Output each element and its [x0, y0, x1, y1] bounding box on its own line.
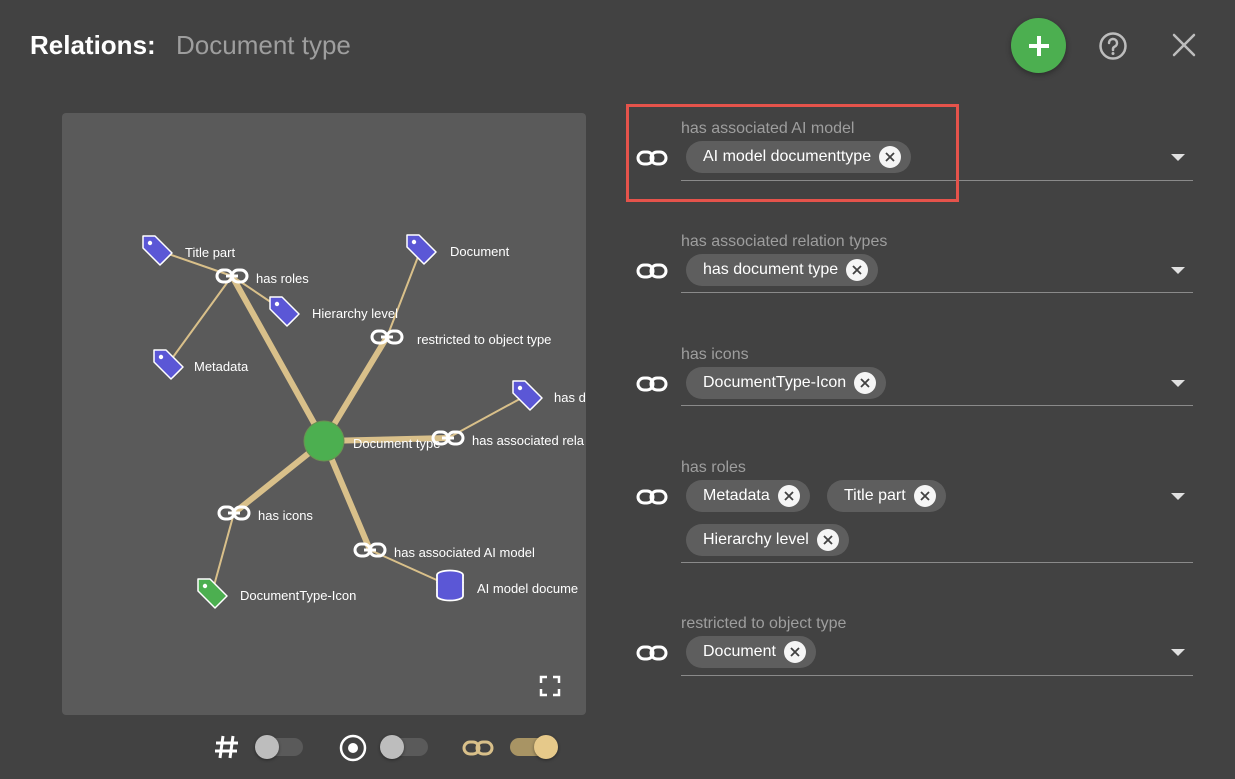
close-button[interactable] [1169, 30, 1199, 60]
relation-select-relation-types[interactable]: has document type [681, 233, 1193, 293]
link-icon [462, 738, 494, 763]
close-icon [823, 535, 833, 545]
graph-label-has-icons: has icons [258, 508, 313, 523]
chip-label: Metadata [703, 487, 770, 504]
graph-label-relation-types: has associated rela [472, 433, 585, 448]
link-icon [636, 376, 668, 392]
chip: DocumentType-Icon [686, 367, 887, 399]
add-relation-button[interactable] [1011, 18, 1066, 73]
tag-icon-documenttype-icon[interactable] [197, 578, 228, 609]
fullscreen-icon [539, 675, 561, 697]
graph-label-document: Document [450, 244, 510, 259]
close-icon [920, 491, 930, 501]
close-icon [852, 265, 862, 275]
graph-canvas[interactable]: Document type has roles restricted to ob… [62, 113, 586, 715]
tag-icon-document[interactable] [406, 234, 437, 265]
chip-remove-button[interactable] [783, 641, 806, 663]
chip: Document [686, 636, 816, 668]
graph-label-restricted: restricted to object type [417, 332, 551, 347]
chip: Hierarchy level [686, 524, 849, 556]
target-icon [338, 733, 368, 768]
relation-row-has-roles: has roles Metadata Title part Hierarchy … [632, 459, 1202, 565]
graph-label-has-roles: has roles [256, 271, 309, 286]
chip: Metadata [686, 480, 810, 512]
chip-label: Title part [844, 487, 906, 504]
chip-remove-button[interactable] [913, 485, 936, 507]
relation-select-restricted[interactable]: Document [681, 615, 1193, 676]
link-icon [636, 263, 668, 279]
plus-icon [1028, 35, 1049, 56]
link-icon [636, 489, 668, 505]
graph-label-hierarchy-level: Hierarchy level [312, 306, 398, 321]
graph-link-restricted[interactable] [370, 329, 404, 345]
graph-edges [156, 248, 528, 594]
highlight-box [626, 104, 959, 202]
toggle-target[interactable] [380, 735, 428, 759]
graph-link-has-icons[interactable] [217, 505, 251, 521]
dropdown-arrow-icon[interactable] [1171, 267, 1185, 274]
tag-icon-metadata[interactable] [153, 349, 184, 380]
chip: Title part [827, 480, 946, 512]
chip-label: Document [703, 643, 776, 660]
chip-remove-button[interactable] [854, 372, 877, 394]
close-icon [790, 647, 800, 657]
graph-label-ai-model: has associated AI model [394, 545, 535, 560]
graph-label-documenttype-icon: DocumentType-Icon [240, 588, 356, 603]
toggle-hash[interactable] [255, 735, 303, 759]
relation-graph[interactable]: Document type has roles restricted to ob… [62, 113, 586, 715]
tag-icon-hierarchy-level[interactable] [269, 296, 300, 327]
graph-label-title-part: Title part [185, 245, 235, 260]
relation-row-restricted: restricted to object type Document [632, 615, 1202, 679]
close-icon [860, 378, 870, 388]
page-subtitle: Document type [176, 30, 351, 60]
database-icon[interactable] [436, 569, 464, 602]
hash-icon [213, 733, 241, 766]
chip-remove-button[interactable] [777, 485, 800, 507]
chip-label: DocumentType-Icon [703, 374, 847, 391]
close-icon [784, 491, 794, 501]
graph-label-document-type: Document type [353, 436, 440, 451]
help-button[interactable] [1097, 30, 1129, 62]
dropdown-arrow-icon[interactable] [1171, 649, 1185, 656]
graph-label-ai-model-docume: AI model docume [477, 581, 578, 596]
dropdown-arrow-icon[interactable] [1171, 493, 1185, 500]
help-icon [1099, 32, 1127, 60]
relation-select-has-icons[interactable]: DocumentType-Icon [681, 346, 1193, 406]
page-title: Relations: [30, 30, 156, 60]
dropdown-arrow-icon[interactable] [1171, 154, 1185, 161]
chip-remove-button[interactable] [846, 259, 869, 281]
graph-label-has-d: has d [554, 390, 586, 405]
relation-select-has-roles[interactable]: Metadata Title part Hierarchy level [681, 459, 1193, 563]
graph-node-center[interactable] [303, 420, 345, 462]
tag-icon-title-part[interactable] [142, 235, 173, 266]
relation-row-has-icons: has icons DocumentType-Icon [632, 346, 1202, 410]
dropdown-arrow-icon[interactable] [1171, 380, 1185, 387]
close-icon [1172, 33, 1196, 57]
link-icon [636, 645, 668, 661]
chip-label: Hierarchy level [703, 531, 809, 548]
chip: has document type [686, 254, 879, 286]
graph-label-metadata: Metadata [194, 359, 249, 374]
chip-label: has document type [703, 261, 839, 278]
fullscreen-button[interactable] [538, 674, 562, 698]
relation-row-relation-types: has associated relation types has docume… [632, 233, 1202, 297]
tag-icon-has-document-type[interactable] [512, 380, 543, 411]
toggle-link[interactable] [510, 735, 558, 759]
chip-remove-button[interactable] [816, 529, 839, 551]
